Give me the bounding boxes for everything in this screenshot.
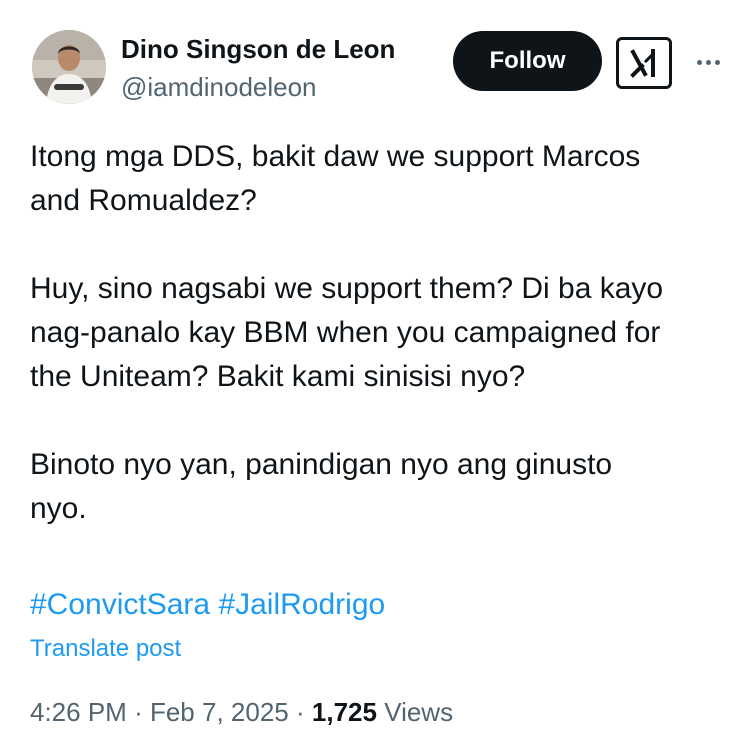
post-meta: 4:26 PM · Feb 7, 2025 · 1,725 Views: [30, 697, 453, 728]
avatar-image: [32, 30, 106, 104]
author-handle[interactable]: @iamdinodeleon: [121, 72, 317, 103]
post-time[interactable]: 4:26 PM: [30, 697, 127, 727]
views-label: Views: [384, 697, 454, 727]
post-text-line: Itong mga DDS, bakit daw we support Marc…: [30, 140, 641, 173]
post-text-line: nyo.: [30, 492, 87, 525]
post-text-line: and Romualdez?: [30, 184, 257, 217]
post-text-line: Binoto nyo yan, panindigan nyo ang ginus…: [30, 448, 613, 481]
post-card: Dino Singson de Leon @iamdinodeleon Foll…: [0, 0, 739, 756]
more-icon: [695, 59, 722, 65]
hashtag-row: #ConvictSara #JailRodrigo: [30, 583, 385, 627]
grok-button[interactable]: [616, 37, 672, 89]
meta-separator: ·: [134, 697, 143, 727]
hashtag-link[interactable]: #JailRodrigo: [218, 588, 385, 621]
hashtag-link[interactable]: #ConvictSara: [30, 588, 210, 621]
author-display-name[interactable]: Dino Singson de Leon: [121, 34, 395, 65]
post-text-line: nag-panalo kay BBM when you campaigned f…: [30, 316, 661, 349]
post-text-line: Huy, sino nagsabi we support them? Di ba…: [30, 272, 664, 305]
post-text: Itong mga DDS, bakit daw we support Marc…: [30, 135, 730, 531]
translate-post-link[interactable]: Translate post: [30, 635, 181, 663]
meta-separator: ·: [295, 697, 305, 727]
views-count: 1,725: [311, 697, 377, 727]
grok-icon: [630, 49, 656, 78]
post-date[interactable]: Feb 7, 2025: [150, 697, 289, 727]
post-text-line: the Uniteam? Bakit kami sinisisi nyo?: [30, 360, 526, 393]
follow-button[interactable]: Follow: [453, 31, 602, 91]
avatar[interactable]: [32, 30, 106, 104]
more-options-button[interactable]: [688, 47, 728, 77]
